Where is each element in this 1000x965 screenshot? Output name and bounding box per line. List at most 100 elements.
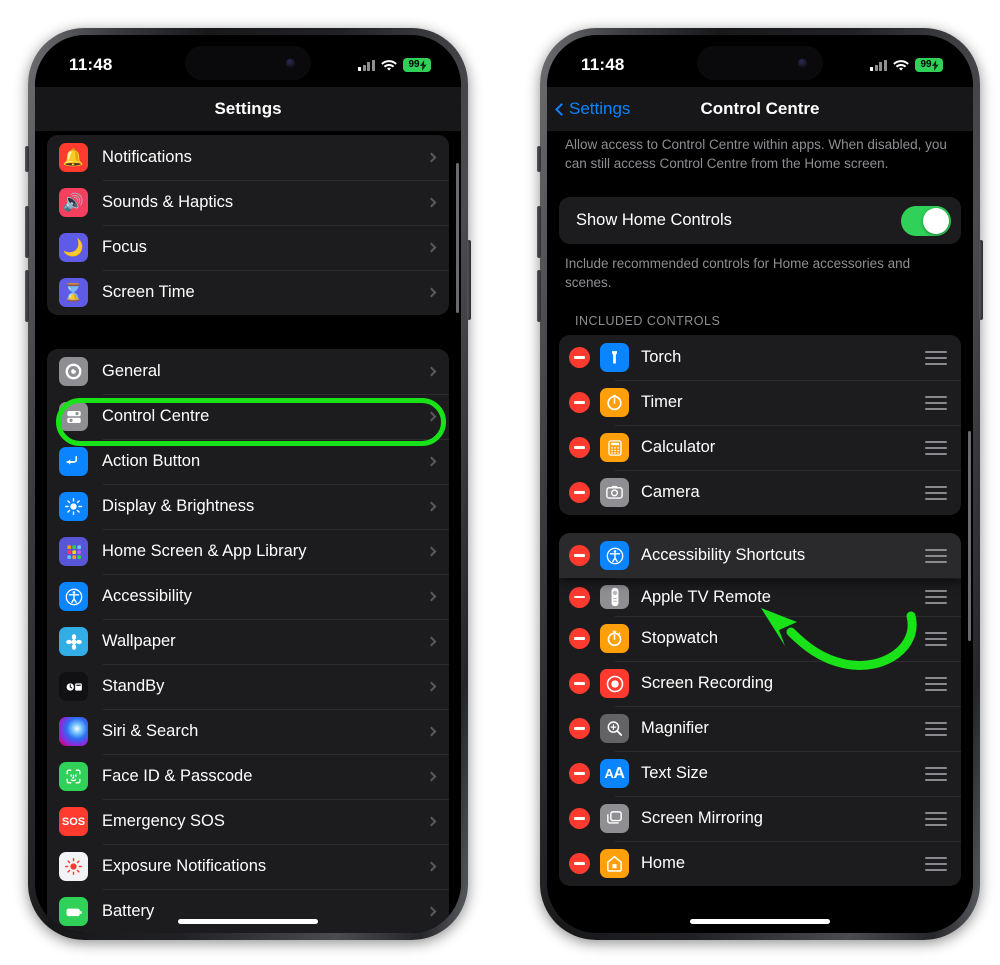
volume-down-button[interactable] xyxy=(25,270,29,322)
chevron-right-icon xyxy=(426,242,437,253)
remove-minus-icon[interactable] xyxy=(569,392,590,413)
row-label: Sounds & Haptics xyxy=(102,193,234,211)
sidebar-item-screen-time[interactable]: ⌛ Screen Time xyxy=(47,270,449,315)
hourglass-icon: ⌛ xyxy=(59,278,88,307)
sidebar-item-siri-search[interactable]: Siri & Search xyxy=(47,709,449,754)
brightness-icon xyxy=(59,492,88,521)
sidebar-item-wallpaper[interactable]: Wallpaper xyxy=(47,619,449,664)
sidebar-item-notifications[interactable]: 🔔 Notifications xyxy=(47,135,449,180)
row-label: Calculator xyxy=(641,438,716,456)
control-row-apple-tv-remote[interactable]: Apple TV Remote xyxy=(559,578,961,616)
reorder-grip-icon[interactable] xyxy=(925,766,947,781)
show-home-controls-toggle[interactable] xyxy=(901,205,951,236)
remove-minus-icon[interactable] xyxy=(569,586,590,608)
control-row-torch[interactable]: Torch xyxy=(559,335,961,380)
standby-icon xyxy=(59,672,88,701)
front-camera-icon xyxy=(798,58,807,68)
control-row-timer[interactable]: Timer xyxy=(559,380,961,425)
reorder-grip-icon[interactable] xyxy=(925,676,947,691)
remove-minus-icon[interactable] xyxy=(569,482,590,503)
screenshot-stage: 11:48 99 Settings 🔔 Notifications 🔊 Soun… xyxy=(0,0,1000,965)
remove-minus-icon[interactable] xyxy=(569,347,590,368)
reorder-grip-icon[interactable] xyxy=(925,350,947,365)
sidebar-item-emergency-sos[interactable]: SOS Emergency SOS xyxy=(47,799,449,844)
power-button[interactable] xyxy=(467,240,471,320)
sidebar-item-action-button[interactable]: Action Button xyxy=(47,439,449,484)
back-button[interactable]: Settings xyxy=(555,99,630,119)
remove-minus-icon[interactable] xyxy=(569,437,590,458)
home-indicator[interactable] xyxy=(690,919,830,924)
reorder-grip-icon[interactable] xyxy=(925,721,947,736)
volume-up-button[interactable] xyxy=(537,206,541,258)
screen-mirror-icon xyxy=(600,804,629,833)
sidebar-item-focus[interactable]: 🌙 Focus xyxy=(47,225,449,270)
row-label: Display & Brightness xyxy=(102,497,255,515)
reorder-grip-icon[interactable] xyxy=(925,811,947,826)
row-label: Control Centre xyxy=(102,407,210,425)
chevron-right-icon xyxy=(426,152,437,163)
sidebar-item-home-screen[interactable]: Home Screen & App Library xyxy=(47,529,449,574)
sidebar-item-face-id[interactable]: Face ID & Passcode xyxy=(47,754,449,799)
control-row-accessibility-shortcuts[interactable]: Accessibility Shortcuts xyxy=(559,533,961,578)
control-row-home[interactable]: Home xyxy=(559,841,961,886)
row-label: Action Button xyxy=(102,452,201,470)
settings-group-general: General Control Centre Action Button Dis… xyxy=(47,349,449,933)
sidebar-item-accessibility[interactable]: Accessibility xyxy=(47,574,449,619)
remove-minus-icon[interactable] xyxy=(569,718,590,739)
sidebar-item-control-centre[interactable]: Control Centre xyxy=(47,394,449,439)
silent-switch[interactable] xyxy=(537,146,541,172)
silent-switch[interactable] xyxy=(25,146,29,172)
power-button[interactable] xyxy=(979,240,983,320)
included-controls-group-a: Torch Timer Calculator Camera xyxy=(559,335,961,515)
control-row-text-size[interactable]: AA Text Size xyxy=(559,751,961,796)
text-size-icon: AA xyxy=(600,759,629,788)
reorder-grip-icon[interactable] xyxy=(925,440,947,455)
magnifier-icon xyxy=(600,714,629,743)
row-label: Exposure Notifications xyxy=(102,857,267,875)
included-controls-header: INCLUDED CONTROLS xyxy=(575,314,721,328)
show-home-controls-row[interactable]: Show Home Controls xyxy=(559,197,961,244)
reorder-grip-icon[interactable] xyxy=(925,631,947,646)
row-label: Home Screen & App Library xyxy=(102,542,307,560)
sidebar-item-general[interactable]: General xyxy=(47,349,449,394)
accessibility-icon xyxy=(59,582,88,611)
control-row-screen-recording[interactable]: Screen Recording xyxy=(559,661,961,706)
cellular-signal-icon xyxy=(358,59,375,71)
reorder-grip-icon[interactable] xyxy=(925,856,947,871)
sliders-icon xyxy=(59,402,88,431)
remove-minus-icon[interactable] xyxy=(569,808,590,829)
remove-minus-icon[interactable] xyxy=(569,763,590,784)
control-row-calculator[interactable]: Calculator xyxy=(559,425,961,470)
reorder-grip-icon[interactable] xyxy=(925,485,947,500)
remove-minus-icon[interactable] xyxy=(569,545,590,566)
remove-minus-icon[interactable] xyxy=(569,853,590,874)
sidebar-item-standby[interactable]: StandBy xyxy=(47,664,449,709)
control-row-stopwatch[interactable]: Stopwatch xyxy=(559,616,961,661)
dynamic-island xyxy=(697,46,823,80)
scroll-indicator[interactable] xyxy=(967,431,971,641)
chevron-right-icon xyxy=(426,861,437,872)
reorder-grip-icon[interactable] xyxy=(925,590,947,604)
row-label: Accessibility xyxy=(102,587,192,605)
page-title: Control Centre xyxy=(700,99,820,118)
volume-up-button[interactable] xyxy=(25,206,29,258)
scroll-indicator[interactable] xyxy=(455,163,459,313)
remove-minus-icon[interactable] xyxy=(569,628,590,649)
sidebar-item-sounds-haptics[interactable]: 🔊 Sounds & Haptics xyxy=(47,180,449,225)
volume-down-button[interactable] xyxy=(537,270,541,322)
chevron-right-icon xyxy=(426,411,437,422)
reorder-grip-icon[interactable] xyxy=(925,395,947,410)
sidebar-item-exposure-notifications[interactable]: Exposure Notifications xyxy=(47,844,449,889)
chevron-right-icon xyxy=(426,681,437,692)
home-indicator[interactable] xyxy=(178,919,318,924)
settings-list[interactable]: 🔔 Notifications 🔊 Sounds & Haptics 🌙 Foc… xyxy=(35,131,461,933)
remove-minus-icon[interactable] xyxy=(569,673,590,694)
reorder-grip-icon[interactable] xyxy=(925,548,947,563)
control-row-magnifier[interactable]: Magnifier xyxy=(559,706,961,751)
control-row-screen-mirroring[interactable]: Screen Mirroring xyxy=(559,796,961,841)
sidebar-item-display-brightness[interactable]: Display & Brightness xyxy=(47,484,449,529)
sidebar-item-battery[interactable]: Battery xyxy=(47,889,449,933)
chevron-right-icon xyxy=(426,726,437,737)
control-centre-list[interactable]: Allow access to Control Centre within ap… xyxy=(547,131,973,933)
control-row-camera[interactable]: Camera xyxy=(559,470,961,515)
